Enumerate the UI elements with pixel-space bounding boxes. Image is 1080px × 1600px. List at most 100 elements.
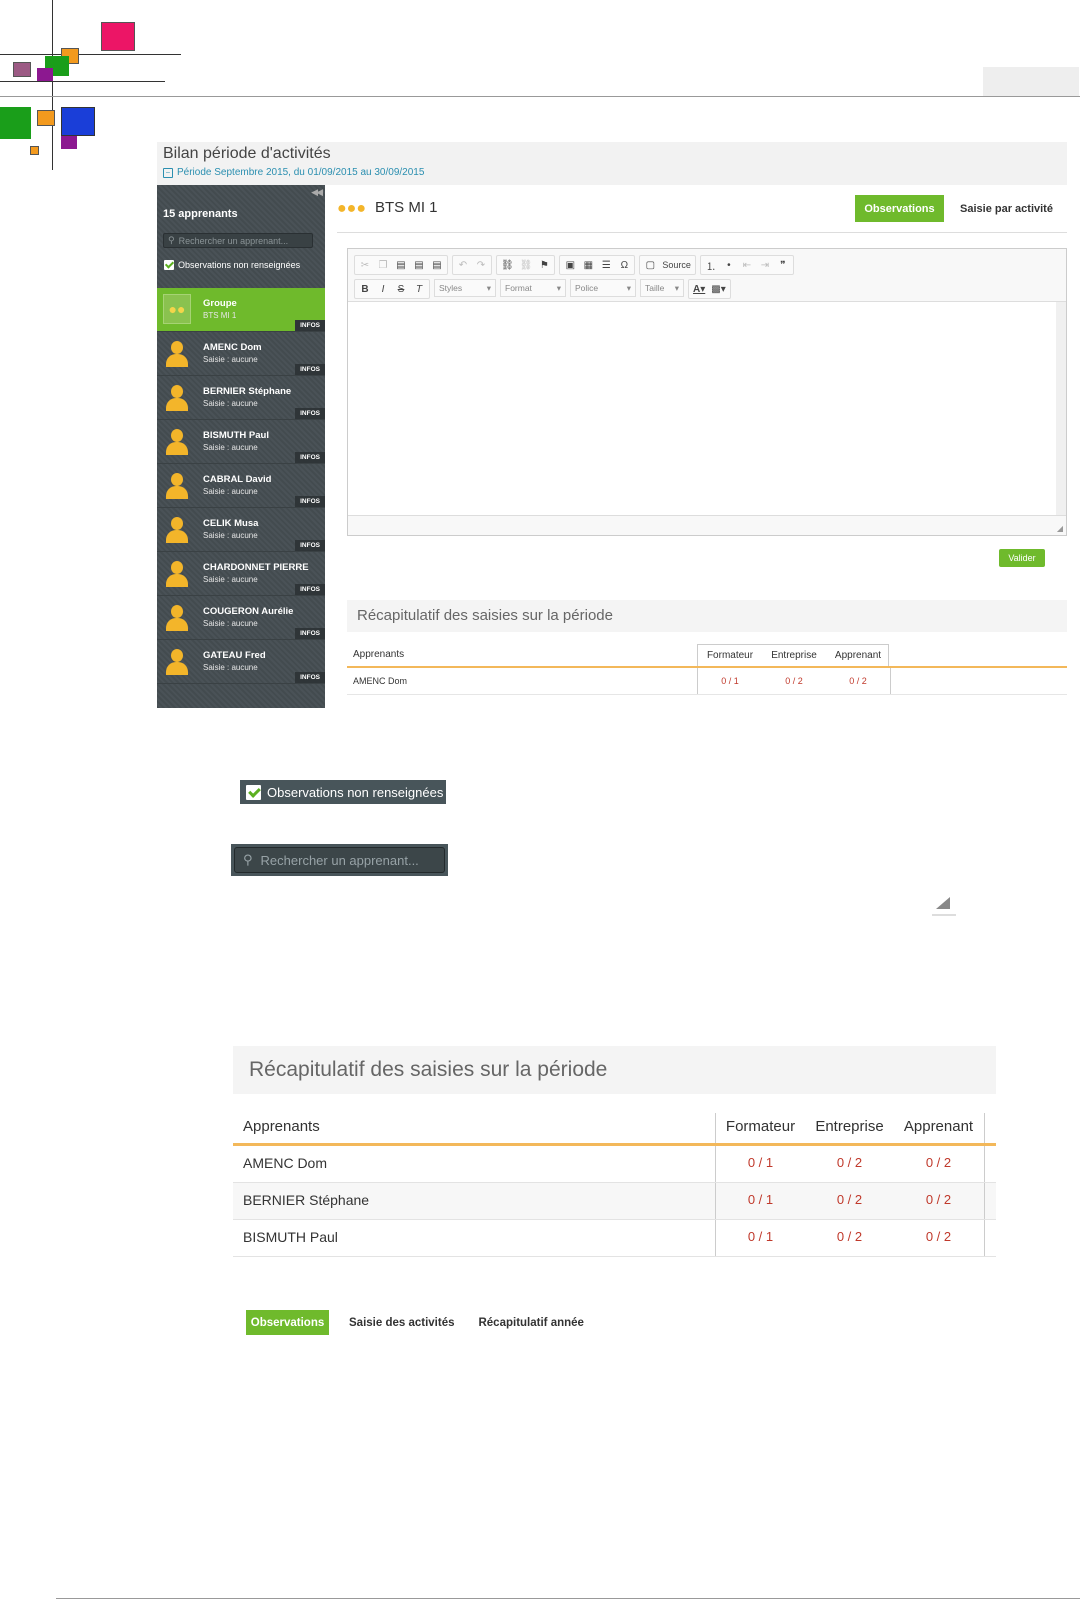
score-cell: 0 / 2 <box>785 676 803 686</box>
table-header: Apprenants Formateur Entreprise Apprenan… <box>233 1113 996 1146</box>
list-item[interactable]: BERNIER Stéphane Saisie : aucune INFOS <box>157 376 325 420</box>
special-char-icon[interactable]: Ω <box>618 260 630 271</box>
infos-button[interactable]: INFOS <box>295 408 325 419</box>
remove-format-icon[interactable]: T <box>413 284 425 295</box>
copy-icon[interactable]: ❐ <box>377 260 389 271</box>
list-item[interactable]: AMENC Dom Saisie : aucune INFOS <box>157 332 325 376</box>
blockquote-icon[interactable]: ❞ <box>777 260 789 271</box>
italic-icon[interactable]: I <box>377 284 389 295</box>
header-tab <box>983 67 1079 96</box>
item-sub: Saisie : aucune <box>203 619 258 628</box>
unlink-icon[interactable]: ⛓ <box>520 260 533 271</box>
cut-icon[interactable]: ✂ <box>359 260 371 271</box>
infos-button[interactable]: INFOS <box>295 584 325 595</box>
bullet-list-icon[interactable]: • <box>723 260 735 271</box>
search-placeholder: Rechercher un apprenant... <box>178 235 289 246</box>
logo-square <box>37 68 53 81</box>
logo-square <box>61 136 77 149</box>
double-chevron-left-icon[interactable]: ◀◀ <box>311 187 323 198</box>
horizontal-rule-icon[interactable]: ☰ <box>600 260 612 271</box>
format-dropdown[interactable]: Format ▾ <box>500 279 566 297</box>
infos-button[interactable]: INFOS <box>295 628 325 639</box>
list-item[interactable]: COUGERON Aurélie Saisie : aucune INFOS <box>157 596 325 640</box>
tab-activities[interactable]: Saisie des activités <box>345 1317 458 1329</box>
search-input-zoom[interactable]: ⚲ Rechercher un apprenant... <box>231 844 448 876</box>
search-icon: ⚲ <box>168 235 175 245</box>
resize-handle-icon[interactable] <box>930 893 956 919</box>
search-placeholder: Rechercher un apprenant... <box>260 852 419 868</box>
outdent-icon[interactable]: ⇤ <box>741 260 753 271</box>
tab-year-summary[interactable]: Récapitulatif année <box>474 1317 587 1329</box>
column-header: Formateur <box>706 650 754 661</box>
image-icon[interactable]: ▣ <box>564 260 576 271</box>
user-icon <box>163 382 191 412</box>
redo-icon[interactable]: ↷ <box>475 260 487 271</box>
checkbox-checked-icon[interactable] <box>164 260 174 270</box>
paste-text-icon[interactable]: ▤ <box>413 260 425 271</box>
learner-count: 15 apprenants <box>163 208 238 220</box>
list-item[interactable]: CABRAL David Saisie : aucune INFOS <box>157 464 325 508</box>
background-color-icon[interactable]: ▩▾ <box>711 284 725 295</box>
source-button[interactable]: ▢ Source <box>639 255 696 275</box>
paste-icon[interactable]: ▤ <box>395 260 407 271</box>
infos-button[interactable]: INFOS <box>295 672 325 683</box>
search-input[interactable]: ⚲ Rechercher un apprenant... <box>163 233 313 248</box>
format-label: Format <box>505 283 532 293</box>
filter-checkbox-zoom[interactable]: Observations non renseignées <box>240 780 446 804</box>
score-cell: 0 / 2 <box>836 1155 863 1170</box>
column-header: Apprenant <box>903 1118 974 1135</box>
font-dropdown[interactable]: Police ▾ <box>570 279 636 297</box>
infos-button[interactable]: INFOS <box>295 364 325 375</box>
bold-icon[interactable]: B <box>359 284 371 295</box>
table-icon[interactable]: ▦ <box>582 260 594 271</box>
list-item[interactable]: CELIK Musa Saisie : aucune INFOS <box>157 508 325 552</box>
tab-observations[interactable]: Observations <box>855 195 944 222</box>
user-icon <box>163 602 191 632</box>
infos-button[interactable]: INFOS <box>295 496 325 507</box>
infos-button[interactable]: INFOS <box>295 320 325 331</box>
logo-square <box>13 62 31 77</box>
list-item[interactable]: BISMUTH Paul Saisie : aucune INFOS <box>157 420 325 464</box>
list-item[interactable]: ●● Groupe BTS MI 1 INFOS <box>157 288 325 332</box>
resize-handle-icon[interactable]: ◢ <box>1057 524 1063 533</box>
search-icon: ⚲ <box>243 852 253 867</box>
anchor-flag-icon[interactable]: ⚑ <box>538 260 550 271</box>
editor-content[interactable] <box>348 302 1066 515</box>
tab-observations[interactable]: Observations <box>246 1310 329 1335</box>
link-icon[interactable]: ⛓ <box>501 260 514 271</box>
list-item[interactable]: GATEAU Fred Saisie : aucune INFOS <box>157 640 325 684</box>
validate-button[interactable]: Valider <box>999 549 1045 567</box>
undo-icon[interactable]: ↶ <box>457 260 469 271</box>
list-item[interactable]: CHARDONNET PIERRE Saisie : aucune INFOS <box>157 552 325 596</box>
strikethrough-icon[interactable]: S <box>395 284 407 295</box>
filter-checkbox[interactable]: Observations non renseignées <box>164 260 300 270</box>
paste-word-icon[interactable]: ▤ <box>431 260 443 271</box>
period-link[interactable]: – Période Septembre 2015, du 01/09/2015 … <box>163 167 424 178</box>
item-sub: BTS MI 1 <box>203 311 237 320</box>
user-icon <box>163 558 191 588</box>
infos-button[interactable]: INFOS <box>295 452 325 463</box>
size-dropdown[interactable]: Taille ▾ <box>640 279 684 297</box>
scrollbar[interactable] <box>1056 302 1066 515</box>
editor-toolbar: ✂ ❐ ▤ ▤ ▤ ↶ ↷ ⛓ ⛓ ⚑ ▣ ▦ ☰ Ω ▢ Source ⒈ •… <box>348 249 1066 302</box>
item-name: AMENC Dom <box>203 342 262 353</box>
indent-icon[interactable]: ⇥ <box>759 260 771 271</box>
app-screenshot: Bilan période d'activités – Période Sept… <box>157 142 1067 708</box>
caret-down-icon: ▾ <box>674 282 679 293</box>
tab-activity[interactable]: Saisie par activité <box>957 195 1056 222</box>
recap-title: Récapitulatif des saisies sur la période <box>347 600 1067 632</box>
learner-name: AMENC Dom <box>243 1155 328 1171</box>
logo-square <box>37 110 55 126</box>
infos-button[interactable]: INFOS <box>295 540 325 551</box>
checkbox-checked-icon[interactable] <box>246 784 261 800</box>
numbered-list-icon[interactable]: ⒈ <box>705 258 717 273</box>
item-sub: Saisie : aucune <box>203 663 258 672</box>
text-color-icon[interactable]: A▾ <box>693 284 705 295</box>
item-name: CABRAL David <box>203 474 272 485</box>
divider <box>337 232 1067 233</box>
group-icon: ●● <box>163 294 191 324</box>
filter-label: Observations non renseignées <box>267 784 444 800</box>
recap-title-zoom: Récapitulatif des saisies sur la période <box>233 1046 996 1094</box>
styles-dropdown[interactable]: Styles ▾ <box>434 279 496 297</box>
size-label: Taille <box>645 283 665 293</box>
